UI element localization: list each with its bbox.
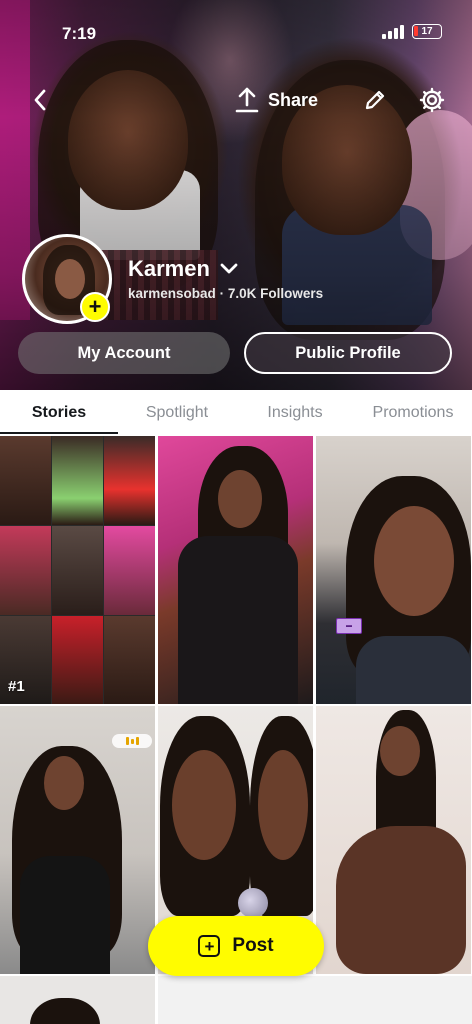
edit-profile-button[interactable] xyxy=(358,82,392,118)
emoji-sticker xyxy=(238,888,268,918)
story-rank: #1 xyxy=(8,678,25,695)
tile-figure-body xyxy=(356,636,471,704)
battery-icon: 17 xyxy=(412,24,442,39)
profile-subline: karmensobad · 7.0K Followers xyxy=(128,286,323,301)
tile-figure-hair xyxy=(30,998,100,1024)
tab-spotlight[interactable]: Spotlight xyxy=(118,390,236,436)
collage-thumb xyxy=(52,526,103,615)
collage-thumb xyxy=(104,616,155,704)
post-label: Post xyxy=(232,935,274,956)
collage-thumb xyxy=(0,526,51,615)
collage-thumb xyxy=(0,436,51,525)
chevron-down-icon xyxy=(220,263,238,274)
pencil-icon xyxy=(365,90,385,110)
share-upload-icon xyxy=(235,87,259,113)
chevron-left-icon xyxy=(34,89,46,111)
tile-figure-body xyxy=(336,826,466,974)
display-name-row[interactable]: Karmen xyxy=(128,256,238,282)
collage-thumb xyxy=(104,436,155,525)
content-tabs: Stories Spotlight Insights Promotions xyxy=(0,390,472,436)
tile-figure-face xyxy=(172,750,236,860)
tab-promotions[interactable]: Promotions xyxy=(354,390,472,436)
status-icons: 17 xyxy=(382,24,442,39)
post-button[interactable]: + Post xyxy=(148,916,324,976)
gear-icon xyxy=(419,87,445,113)
tile-figure-face xyxy=(258,750,308,860)
tab-insights[interactable]: Insights xyxy=(236,390,354,436)
ticket-sticker: ▬ xyxy=(336,618,362,634)
tile-figure-face xyxy=(44,756,84,810)
story-tile[interactable] xyxy=(158,436,313,704)
collage-thumb xyxy=(52,616,103,704)
story-tile[interactable] xyxy=(0,706,155,974)
back-button[interactable] xyxy=(22,82,58,118)
my-account-label: My Account xyxy=(77,343,171,362)
plus-square-icon: + xyxy=(198,935,221,957)
tab-stories-label: Stories xyxy=(31,404,87,421)
follower-count: 7.0K Followers xyxy=(227,286,324,301)
tab-stories[interactable]: Stories xyxy=(0,390,118,436)
signal-icon xyxy=(382,24,404,39)
story-tile[interactable] xyxy=(0,976,155,1024)
my-account-button[interactable]: My Account xyxy=(18,332,230,374)
tile-figure-body xyxy=(178,536,298,704)
tile-figure-face xyxy=(374,506,454,616)
tile-figure-face xyxy=(380,726,420,776)
tab-spotlight-label: Spotlight xyxy=(145,404,209,421)
settings-button[interactable] xyxy=(414,82,450,118)
story-tile[interactable] xyxy=(316,706,471,974)
display-name: Karmen xyxy=(128,256,210,281)
story-tile[interactable]: #1 xyxy=(0,436,155,704)
share-label: Share xyxy=(268,89,319,110)
tile-figure-body xyxy=(20,856,110,974)
story-tile-empty xyxy=(158,976,472,1024)
story-tile[interactable]: ▬ xyxy=(316,436,471,704)
battery-level: 17 xyxy=(421,26,433,37)
collage-thumb xyxy=(52,436,103,525)
active-tab-indicator xyxy=(0,432,118,434)
plus-icon: + xyxy=(88,294,102,319)
tab-insights-label: Insights xyxy=(267,404,323,421)
public-profile-button[interactable]: Public Profile xyxy=(244,332,452,374)
status-time: 7:19 xyxy=(62,24,97,43)
separator: · xyxy=(219,286,225,301)
username: karmensobad xyxy=(128,286,216,301)
public-profile-label: Public Profile xyxy=(295,343,401,362)
add-story-button[interactable]: + xyxy=(80,292,110,322)
tab-promotions-label: Promotions xyxy=(372,404,454,421)
tile-figure-face xyxy=(218,470,262,528)
avatar-face xyxy=(55,259,85,299)
collage-thumb xyxy=(104,526,155,615)
share-button[interactable]: Share xyxy=(234,78,352,122)
sound-badge-icon xyxy=(112,734,152,748)
